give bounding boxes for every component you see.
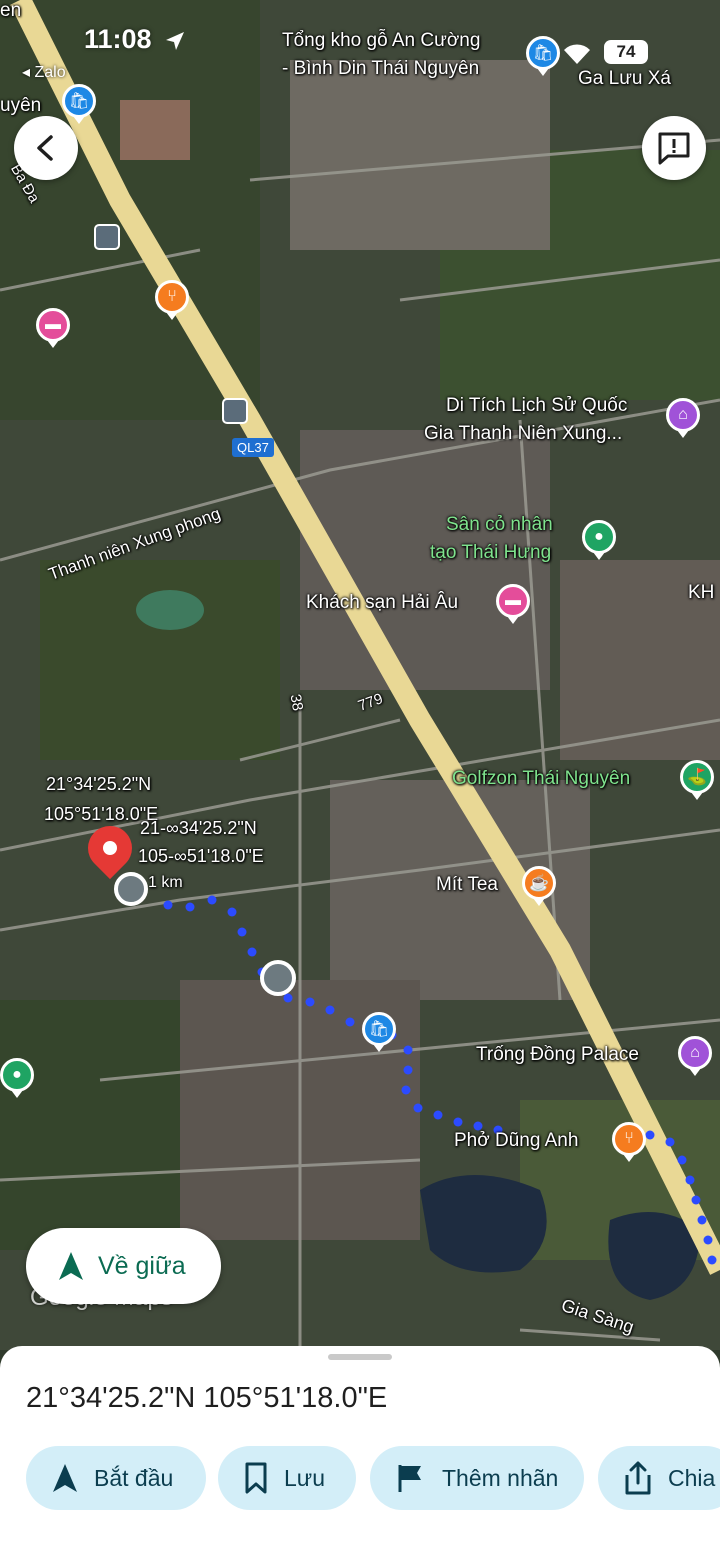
restaurant-pin-icon[interactable]: ⑂ [612, 1122, 646, 1162]
label-nguyen: uyên [0, 95, 42, 116]
share-icon [625, 1461, 651, 1495]
label-di-tich-line1[interactable]: Di Tích Lịch Sử Quốc [446, 395, 627, 417]
start-button[interactable]: Bắt đầu [26, 1446, 206, 1510]
hotel-pin-icon[interactable]: ▬ [36, 308, 70, 348]
share-button[interactable]: Chia [598, 1446, 720, 1510]
label-coord-lng2: 105-∞51'18.0"E [138, 846, 264, 866]
label-san-co-line1[interactable]: Sân cỏ nhân [446, 514, 553, 536]
recenter-button[interactable]: Về giữa [26, 1228, 221, 1304]
start-label: Bắt đầu [94, 1464, 174, 1491]
cafe-pin-icon[interactable]: ☕ [522, 866, 556, 906]
sheet-drag-handle[interactable] [328, 1354, 392, 1360]
shopping-pin-icon[interactable]: 🛍 [362, 1012, 396, 1052]
share-label: Chia [668, 1464, 716, 1491]
flag-icon [398, 1465, 421, 1492]
chevron-left-icon [37, 135, 53, 161]
golf-pin-icon[interactable]: ⛳ [680, 760, 714, 800]
museum-pin-icon[interactable]: ⌂ [678, 1036, 712, 1076]
label-distance: 1 km [148, 874, 183, 891]
bookmark-icon [245, 1462, 267, 1494]
park-pin-icon[interactable]: ● [582, 520, 616, 560]
navigation-arrow-icon [59, 1252, 83, 1280]
back-to-app-link[interactable]: ◂ Zalo [22, 62, 66, 82]
label-trong-dong[interactable]: Trống Đồng Palace [476, 1044, 639, 1066]
restaurant-pin-icon[interactable]: ⑂ [155, 280, 189, 320]
navigation-arrow-icon [53, 1464, 77, 1492]
hotel-pin-icon[interactable]: ▬ [496, 584, 530, 624]
waypoint-marker-icon[interactable] [260, 960, 296, 996]
label-san-co-line2[interactable]: tạo Thái Hưng [430, 542, 551, 564]
bottom-sheet[interactable]: 21°34'25.2"N 105°51'18.0"E Bắt đầu Lưu T… [0, 1346, 720, 1564]
label-coord-lat2: 21-∞34'25.2"N [140, 818, 257, 838]
back-button[interactable] [14, 116, 78, 180]
add-label-label: Thêm nhãn [442, 1464, 559, 1491]
label-road-38: 38 [286, 692, 307, 713]
recenter-label: Về giữa [98, 1251, 186, 1280]
bus-stop-icon[interactable] [222, 398, 248, 424]
place-coordinates: 21°34'25.2"N 105°51'18.0"E [26, 1382, 388, 1414]
location-arrow-icon [166, 32, 184, 50]
pin-center-dot [103, 841, 117, 855]
waypoint-marker-icon[interactable] [114, 872, 148, 906]
feedback-icon [658, 132, 690, 165]
add-label-button[interactable]: Thêm nhãn [370, 1446, 584, 1510]
label-pho-dung[interactable]: Phở Dũng Anh [454, 1130, 578, 1152]
status-bar: 11:08 ◂ Zalo 74 [0, 0, 720, 90]
status-time: 11:08 [84, 24, 152, 54]
label-kh: KH [688, 582, 715, 603]
label-coord-lat: 21°34'25.2"N [46, 774, 152, 794]
map-canvas [0, 0, 720, 1350]
satellite-map[interactable]: Tổng kho gỗ An Cường - Bình Din Thái Ngu… [0, 0, 720, 1350]
museum-pin-icon[interactable]: ⌂ [666, 398, 700, 438]
feedback-button[interactable] [642, 116, 706, 180]
save-label: Lưu [284, 1464, 325, 1491]
park-pin-icon[interactable]: ● [0, 1058, 34, 1098]
label-golfzon[interactable]: Golfzon Thái Nguyên [452, 768, 630, 790]
label-khach-san[interactable]: Khách sạn Hải Âu [306, 592, 458, 614]
label-di-tich-line2[interactable]: Gia Thanh Niên Xung... [424, 423, 622, 445]
battery-indicator: 74 [604, 40, 648, 64]
label-ql37: QL37 [232, 438, 274, 457]
save-button[interactable]: Lưu [218, 1446, 356, 1510]
bus-stop-icon[interactable] [94, 224, 120, 250]
label-mit-tea[interactable]: Mít Tea [436, 874, 498, 896]
wifi-icon [564, 44, 590, 64]
